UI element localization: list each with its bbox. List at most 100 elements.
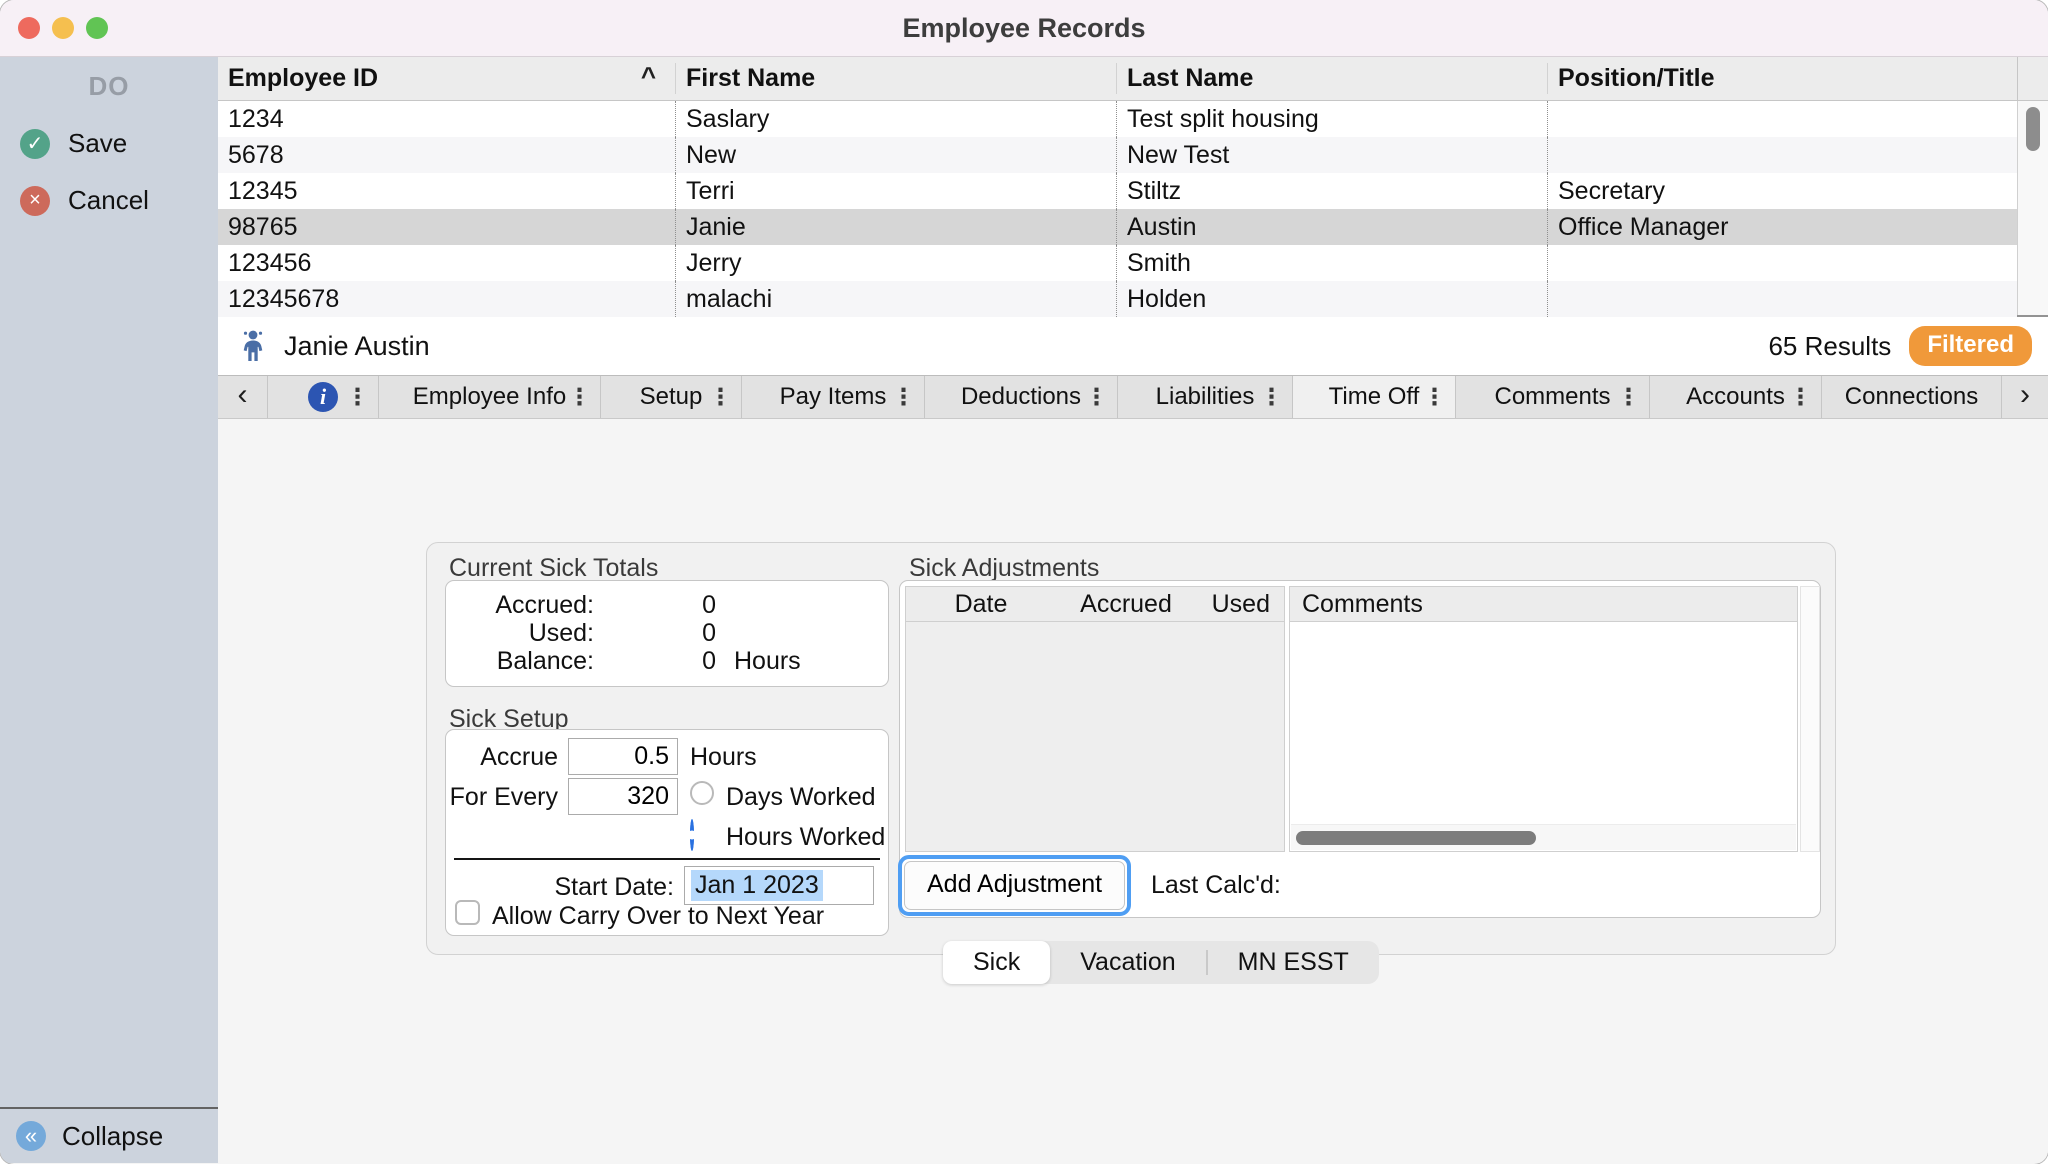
tab-pay-items[interactable]: Pay Items ⋮ xyxy=(742,376,925,418)
sidebar: DO ✓ Save × Cancel « Collapse xyxy=(0,57,218,1163)
accrue-input[interactable] xyxy=(568,738,678,775)
accrue-unit-label: Hours xyxy=(690,743,757,771)
adj-column-accrued[interactable]: Accrued xyxy=(1056,590,1196,619)
person-icon xyxy=(243,330,263,361)
tab-overflow-dots-icon[interactable]: ⋮ xyxy=(1085,384,1108,411)
current-sick-totals-label: Current Sick Totals xyxy=(449,554,659,582)
balance-total-value: 0 xyxy=(702,646,716,675)
sick-setup-box: Accrue Hours For Every Days Worked Hours… xyxy=(445,729,889,936)
column-header-last-name[interactable]: Last Name xyxy=(1117,57,1548,100)
employee-records-window: Employee Records DO ✓ Save × Cancel « Co… xyxy=(0,0,2048,1164)
column-header-employee-id[interactable]: Employee ID ^ xyxy=(218,57,676,100)
table-row[interactable]: 1234 Saslary Test split housing xyxy=(218,101,2017,137)
save-button[interactable]: ✓ Save xyxy=(0,128,218,159)
hours-worked-label: Hours Worked xyxy=(726,823,886,851)
sick-adjustments-label: Sick Adjustments xyxy=(909,554,1100,582)
tab-accounts[interactable]: Accounts ⋮ xyxy=(1650,376,1822,418)
comments-horizontal-scrollbar-track[interactable] xyxy=(1291,824,1796,850)
for-every-label: For Every xyxy=(449,783,558,811)
table-scrollbar-thumb[interactable] xyxy=(2026,107,2040,151)
save-check-icon: ✓ xyxy=(20,128,50,159)
tab-overflow-dots-icon[interactable]: ⋮ xyxy=(1617,384,1640,411)
table-row-selected[interactable]: 98765 Janie Austin Office Manager xyxy=(218,209,2017,245)
cancel-x-icon: × xyxy=(20,185,50,216)
tab-overflow-dots-icon[interactable]: ⋮ xyxy=(346,384,369,411)
chevron-right-icon: › xyxy=(2020,378,2030,411)
used-total-value: 0 xyxy=(702,618,716,647)
for-every-input[interactable] xyxy=(568,778,678,815)
employee-table-header: Employee ID ^ First Name Last Name Posit… xyxy=(218,57,2048,101)
tab-overflow-dots-icon[interactable]: ⋮ xyxy=(1423,384,1446,411)
tab-employee-info[interactable]: Employee Info ⋮ xyxy=(379,376,601,418)
comments-horizontal-scrollbar-thumb[interactable] xyxy=(1296,831,1536,845)
sort-ascending-icon[interactable]: ^ xyxy=(641,61,656,92)
subtab-sick[interactable]: Sick xyxy=(943,941,1051,984)
hours-worked-radio[interactable] xyxy=(690,819,694,851)
carry-over-label: Allow Carry Over to Next Year xyxy=(492,902,825,930)
tab-setup[interactable]: Setup ⋮ xyxy=(601,376,742,418)
save-button-label: Save xyxy=(68,128,128,158)
used-total-row: Used: 0 xyxy=(528,618,716,647)
chevron-left-icon: ‹ xyxy=(237,378,248,411)
start-date-value: Jan 1 2023 xyxy=(691,870,823,901)
last-calcd-label: Last Calc'd: xyxy=(1151,871,1281,899)
tab-overflow-dots-icon[interactable]: ⋮ xyxy=(1260,384,1283,411)
current-record-name: Janie Austin xyxy=(284,330,430,361)
subtab-mn-esst[interactable]: MN ESST xyxy=(1208,941,1379,984)
table-row[interactable]: 12345 Terri Stiltz Secretary xyxy=(218,173,2017,209)
collapse-button[interactable]: « Collapse xyxy=(0,1107,218,1163)
adj-column-used[interactable]: Used xyxy=(1196,590,1276,619)
carry-over-checkbox[interactable] xyxy=(455,900,480,925)
tabs-scroll-right-button[interactable]: › xyxy=(2002,376,2048,418)
days-worked-radio[interactable] xyxy=(690,781,714,805)
cancel-button[interactable]: × Cancel xyxy=(0,185,218,216)
tab-time-off[interactable]: Time Off ⋮ xyxy=(1293,376,1456,418)
add-adjustment-button[interactable]: Add Adjustment xyxy=(904,861,1126,910)
tab-overflow-dots-icon[interactable]: ⋮ xyxy=(892,384,915,411)
column-header-first-name[interactable]: First Name xyxy=(676,57,1117,100)
adjustments-vertical-scrollbar-track[interactable] xyxy=(1800,586,1820,852)
adjustments-table: Date Accrued Used xyxy=(905,586,1285,852)
tab-record-info[interactable]: i ⋮ xyxy=(268,376,379,418)
table-row[interactable]: 12345678 malachi Holden xyxy=(218,281,2017,317)
minimize-window-icon[interactable] xyxy=(52,17,74,39)
adj-column-comments[interactable]: Comments xyxy=(1290,590,1423,619)
adjustments-comments-pane: Comments xyxy=(1289,586,1798,852)
cancel-button-label: Cancel xyxy=(68,185,149,215)
traffic-lights xyxy=(18,17,108,39)
current-sick-totals-box: Accrued: 0 Used: 0 Balance: 0 Hours xyxy=(445,580,889,687)
current-record-bar: Janie Austin 65 Results Filtered xyxy=(218,317,2048,375)
tab-deductions[interactable]: Deductions ⋮ xyxy=(925,376,1118,418)
start-date-input[interactable]: Jan 1 2023 xyxy=(684,866,874,905)
adj-column-date[interactable]: Date xyxy=(906,590,1056,619)
info-icon: i xyxy=(308,382,338,412)
title-bar: Employee Records xyxy=(0,0,2048,57)
tab-overflow-dots-icon[interactable]: ⋮ xyxy=(568,384,591,411)
add-adjustment-focus-ring: Add Adjustment xyxy=(898,855,1132,916)
time-off-panel: Current Sick Totals Accrued: 0 Used: 0 B… xyxy=(218,419,2048,1163)
collapse-button-label: Collapse xyxy=(62,1120,164,1151)
time-off-subtabs: Sick Vacation MN ESST xyxy=(943,941,1379,984)
filtered-badge[interactable]: Filtered xyxy=(1909,326,2032,366)
table-row[interactable]: 123456 Jerry Smith xyxy=(218,245,2017,281)
tab-overflow-dots-icon[interactable]: ⋮ xyxy=(1789,384,1812,411)
table-scrollbar-track[interactable] xyxy=(2017,101,2048,315)
accrued-total-row: Accrued: 0 xyxy=(495,590,716,619)
window-title: Employee Records xyxy=(902,12,1146,43)
tab-liabilities[interactable]: Liabilities ⋮ xyxy=(1118,376,1293,418)
close-window-icon[interactable] xyxy=(18,17,40,39)
zoom-window-icon[interactable] xyxy=(86,17,108,39)
column-header-position-title[interactable]: Position/Title xyxy=(1548,57,2017,100)
subtab-vacation[interactable]: Vacation xyxy=(1050,941,1205,984)
results-count: 65 Results xyxy=(1768,330,1892,361)
setup-divider xyxy=(454,858,880,860)
tab-connections[interactable]: Connections xyxy=(1822,376,2002,418)
table-row[interactable]: 5678 New New Test xyxy=(218,137,2017,173)
tab-comments[interactable]: Comments ⋮ xyxy=(1456,376,1650,418)
tabs-scroll-left-button[interactable]: ‹ xyxy=(218,376,268,418)
tab-overflow-dots-icon[interactable]: ⋮ xyxy=(709,384,732,411)
sick-section-panel: Current Sick Totals Accrued: 0 Used: 0 B… xyxy=(426,542,1836,955)
accrue-label: Accrue xyxy=(480,743,558,771)
header-scrollbar-gutter xyxy=(2017,57,2048,100)
sick-adjustments-box: Date Accrued Used Comments Add Adjustmen… xyxy=(898,580,1821,918)
